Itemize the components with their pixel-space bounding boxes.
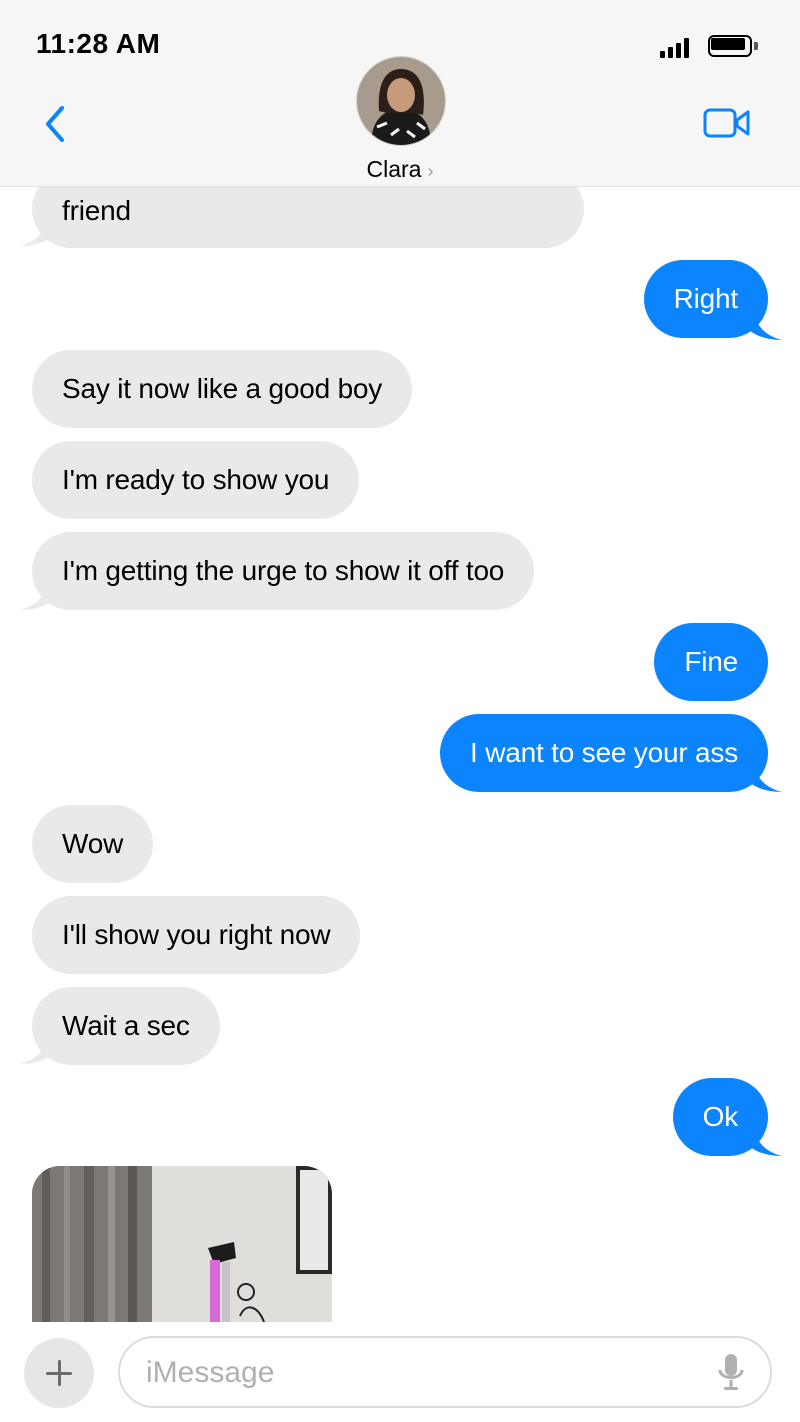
video-call-button[interactable] — [702, 106, 752, 140]
photo-attachment[interactable] — [32, 1166, 332, 1336]
contact-name: Clara — [366, 156, 422, 182]
message-thread: friend Right Say it now like a good boy … — [0, 0, 800, 1422]
message-text: Say it now like a good boy — [62, 373, 383, 404]
message-incoming[interactable]: Wait a sec — [32, 987, 220, 1065]
conversation-header: 11:28 AM Clara › — [0, 0, 800, 187]
photo-image — [32, 1166, 332, 1336]
message-text: I'm ready to show you — [62, 464, 330, 495]
message-text: I'll show you right now — [62, 919, 331, 950]
message-text: Fine — [684, 646, 738, 677]
message-text: I'm getting the urge to show it off too — [62, 555, 505, 586]
message-composer — [0, 1322, 800, 1422]
back-button[interactable] — [40, 104, 72, 144]
message-input[interactable] — [144, 1348, 708, 1398]
avatar-image — [357, 57, 445, 145]
contact-name-button[interactable]: Clara › — [0, 156, 800, 183]
battery-icon — [708, 35, 760, 59]
bubble-tail — [744, 764, 782, 792]
message-text: Wait a sec — [62, 1010, 190, 1041]
message-outgoing[interactable]: I want to see your ass — [440, 714, 768, 792]
back-chevron-icon — [46, 106, 64, 142]
microphone-icon — [718, 1354, 744, 1390]
chevron-right-icon: › — [427, 161, 434, 181]
add-attachment-button[interactable] — [24, 1338, 94, 1408]
message-incoming[interactable]: I'm getting the urge to show it off too — [32, 532, 535, 610]
message-text: Ok — [702, 1101, 739, 1132]
bubble-tail — [744, 1128, 782, 1156]
message-incoming[interactable]: Wow — [32, 805, 154, 883]
bubble-tail — [744, 312, 782, 340]
message-incoming[interactable]: I'll show you right now — [32, 896, 361, 974]
video-camera-icon — [703, 108, 750, 138]
message-text: I want to see your ass — [470, 737, 738, 768]
message-incoming[interactable]: Say it now like a good boy — [32, 350, 413, 428]
message-outgoing[interactable]: Fine — [654, 623, 768, 701]
message-field-container — [118, 1336, 772, 1408]
bubble-tail — [20, 582, 58, 610]
signal-icon — [660, 36, 692, 58]
bubble-tail — [20, 1036, 58, 1064]
message-text: Right — [673, 283, 739, 314]
message-incoming[interactable]: I'm ready to show you — [32, 441, 360, 519]
avatar[interactable] — [356, 56, 446, 146]
dictation-button[interactable] — [716, 1352, 746, 1392]
status-time: 11:28 AM — [36, 28, 161, 59]
message-text: Wow — [62, 828, 124, 859]
bubble-tail — [20, 218, 58, 246]
